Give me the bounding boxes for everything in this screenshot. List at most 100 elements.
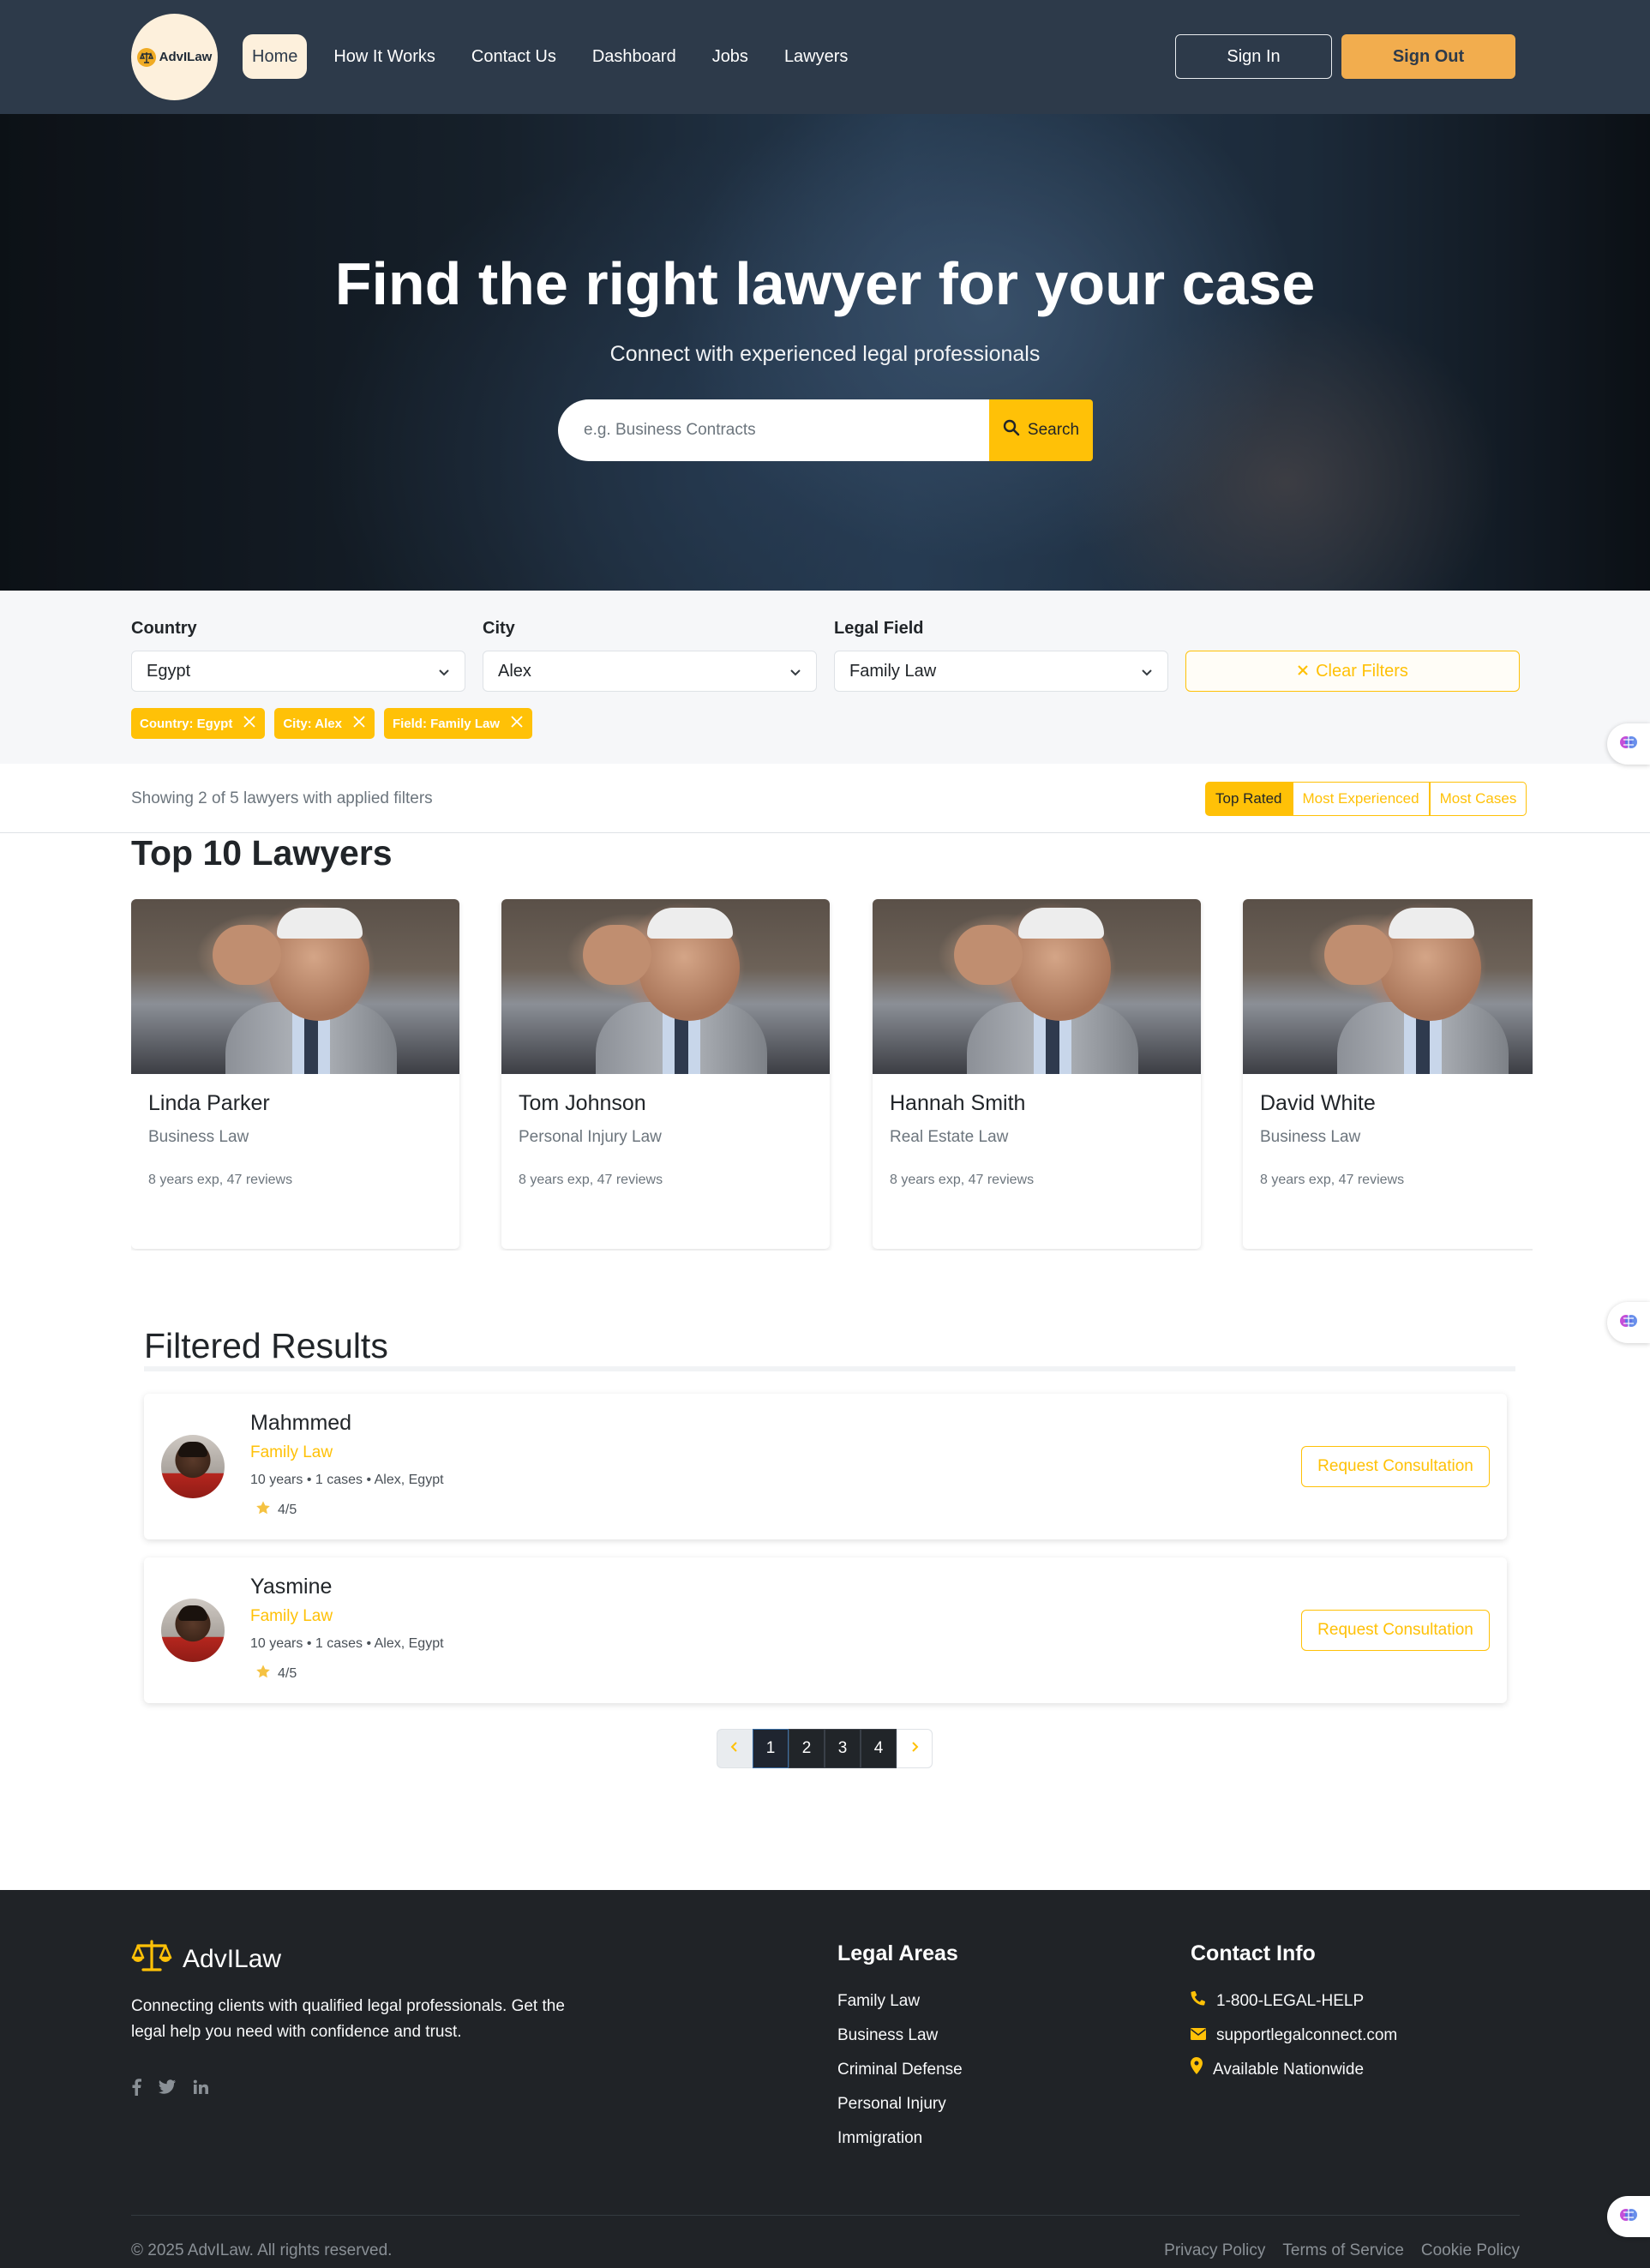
star-icon	[255, 1664, 271, 1683]
lawyer-photo	[501, 899, 830, 1074]
contact-phone-text: 1-800-LEGAL-HELP	[1216, 1992, 1365, 2010]
legal-area-link[interactable]: Business Law	[837, 2019, 963, 2053]
avatar	[161, 1435, 225, 1498]
hero-title: Find the right lawyer for your case	[334, 250, 1316, 317]
nav-home[interactable]: Home	[243, 34, 308, 79]
rating-value: 4/5	[278, 1502, 297, 1517]
cookie-policy-link[interactable]: Cookie Policy	[1421, 2241, 1520, 2260]
contact-info-title: Contact Info	[1191, 1941, 1316, 1965]
lawyer-card[interactable]: Linda Parker Business Law 8 years exp, 4…	[131, 899, 459, 1249]
lawyer-card[interactable]: Hannah Smith Real Estate Law 8 years exp…	[873, 899, 1201, 1249]
pagination-prev[interactable]	[717, 1729, 753, 1768]
social-links	[131, 2079, 208, 2100]
lawyer-card[interactable]: Tom Johnson Personal Injury Law 8 years …	[501, 899, 830, 1249]
sort-top-rated[interactable]: Top Rated	[1205, 782, 1293, 816]
lawyer-photo	[131, 899, 459, 1074]
result-card: Yasmine Family Law 10 years • 1 cases • …	[144, 1557, 1507, 1703]
assistant-widget-button[interactable]	[1607, 723, 1650, 765]
lawyer-field: Business Law	[1260, 1128, 1361, 1146]
filtered-results-title: Filtered Results	[144, 1326, 388, 1365]
close-icon	[1297, 662, 1309, 681]
assistant-widget-button[interactable]	[1607, 1302, 1650, 1343]
legal-area-link[interactable]: Personal Injury	[837, 2087, 963, 2121]
city-select[interactable]: Alex	[483, 651, 817, 692]
pagination-page[interactable]: 4	[861, 1729, 897, 1768]
linkedin-icon[interactable]	[193, 2079, 208, 2099]
results-count: Showing 2 of 5 lawyers with applied filt…	[131, 789, 433, 807]
request-consultation-button[interactable]: Request Consultation	[1301, 1446, 1490, 1487]
city-value: Alex	[498, 661, 531, 681]
filter-tag-field[interactable]: Field: Family Law	[383, 708, 532, 739]
footer-bottom-links: Privacy Policy Terms of Service Cookie P…	[1164, 2241, 1520, 2260]
nav-how-it-works[interactable]: How It Works	[324, 34, 445, 79]
nav-jobs[interactable]: Jobs	[703, 34, 758, 79]
search-button[interactable]: Search	[989, 399, 1093, 461]
lawyer-photo	[873, 899, 1201, 1074]
close-icon[interactable]	[510, 715, 524, 732]
filter-tag-country[interactable]: Country: Egypt	[131, 708, 266, 739]
filter-tag-city[interactable]: City: Alex	[274, 708, 375, 739]
avatar	[161, 1599, 225, 1662]
chevron-down-icon	[1140, 664, 1154, 684]
sort-most-experienced[interactable]: Most Experienced	[1292, 782, 1430, 816]
contact-info-list: 1-800-LEGAL-HELP supportlegalconnect.com…	[1191, 1984, 1397, 2087]
lawyer-card[interactable]: David White Business Law 8 years exp, 47…	[1243, 899, 1533, 1249]
legal-areas-list: Family Law Business Law Criminal Defense…	[837, 1984, 963, 2156]
sort-most-cases[interactable]: Most Cases	[1429, 782, 1527, 816]
pagination-next[interactable]	[897, 1729, 933, 1768]
clear-filters-label: Clear Filters	[1316, 661, 1408, 681]
privacy-policy-link[interactable]: Privacy Policy	[1164, 2241, 1265, 2260]
close-icon[interactable]	[352, 715, 366, 732]
legal-area-link[interactable]: Immigration	[837, 2121, 963, 2156]
hero-subtitle: Connect with experienced legal professio…	[609, 342, 1041, 366]
contact-location: Available Nationwide	[1191, 2053, 1397, 2087]
result-name: Mahmmed	[250, 1411, 352, 1435]
logo-text: AdvILaw	[159, 50, 213, 64]
filter-bar: Country Egypt City Alex Legal Field Fami…	[0, 591, 1650, 764]
lawyer-name: Tom Johnson	[519, 1091, 646, 1115]
map-pin-icon	[1191, 2053, 1203, 2087]
hero-section: Find the right lawyer for your case Conn…	[0, 114, 1650, 591]
search-icon	[1003, 419, 1020, 441]
lawyer-field: Business Law	[148, 1128, 249, 1146]
sign-out-button[interactable]: Sign Out	[1341, 34, 1515, 79]
lawyer-name: Hannah Smith	[890, 1091, 1026, 1115]
logo[interactable]: AdvILaw	[131, 14, 218, 100]
footer-brand[interactable]: AdvILaw	[131, 1939, 281, 1980]
clear-filters-button[interactable]: Clear Filters	[1185, 651, 1520, 692]
pagination-page[interactable]: 2	[789, 1729, 825, 1768]
city-label: City	[483, 619, 515, 638]
sort-toggle-group: Top Rated Most Experienced Most Cases	[1205, 782, 1527, 816]
result-rating: 4/5	[255, 1664, 297, 1683]
chevron-right-icon	[909, 1739, 921, 1758]
sign-in-button[interactable]: Sign In	[1175, 34, 1332, 79]
pagination-page[interactable]: 1	[753, 1729, 789, 1768]
result-field: Family Law	[250, 1607, 333, 1625]
contact-location-text: Available Nationwide	[1213, 2061, 1365, 2079]
country-select[interactable]: Egypt	[131, 651, 465, 692]
contact-email[interactable]: supportlegalconnect.com	[1191, 2019, 1397, 2053]
close-icon[interactable]	[243, 715, 256, 732]
country-value: Egypt	[147, 661, 191, 681]
search-input[interactable]	[558, 399, 989, 461]
pagination-page[interactable]: 3	[825, 1729, 861, 1768]
chevron-down-icon	[789, 664, 802, 684]
twitter-icon[interactable]	[159, 2079, 176, 2099]
navbar: AdvILaw Home How It Works Contact Us Das…	[0, 0, 1650, 114]
legal-area-link[interactable]: Family Law	[837, 1984, 963, 2019]
legal-area-link[interactable]: Criminal Defense	[837, 2053, 963, 2087]
scale-logo-icon	[136, 47, 156, 67]
request-consultation-button[interactable]: Request Consultation	[1301, 1610, 1490, 1651]
lawyer-field: Real Estate Law	[890, 1128, 1009, 1146]
facebook-icon[interactable]	[131, 2079, 141, 2100]
brain-icon	[1618, 1311, 1639, 1335]
assistant-widget-button[interactable]	[1607, 2196, 1650, 2237]
nav-lawyers[interactable]: Lawyers	[775, 34, 857, 79]
legal-field-select[interactable]: Family Law	[834, 651, 1168, 692]
rating-value: 4/5	[278, 1665, 297, 1681]
nav-dashboard[interactable]: Dashboard	[583, 34, 686, 79]
nav-contact-us[interactable]: Contact Us	[462, 34, 566, 79]
terms-of-service-link[interactable]: Terms of Service	[1282, 2241, 1403, 2260]
lawyer-meta: 8 years exp, 47 reviews	[148, 1173, 293, 1187]
phone-icon	[1191, 1984, 1206, 2019]
